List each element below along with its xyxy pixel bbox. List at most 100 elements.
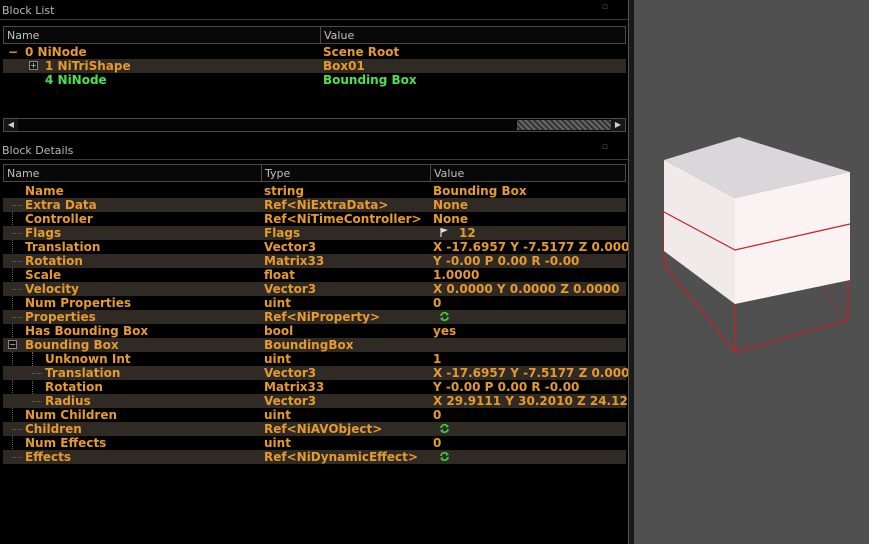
scroll-left-icon[interactable]: ◀: [4, 119, 18, 131]
field-name: Bounding Box: [25, 338, 119, 352]
table-row[interactable]: Radius Vector3 X 29.9111 Y 30.2010 Z 24.12…: [3, 394, 636, 408]
field-value[interactable]: Bounding Box: [433, 184, 527, 198]
tree-guide: [32, 373, 42, 374]
field-value[interactable]: 1.0000: [433, 268, 479, 282]
field-name: Scale: [25, 268, 62, 282]
column-header-value-text: Value: [324, 29, 355, 42]
field-type: Ref<NiProperty>: [264, 310, 381, 324]
field-name: Rotation: [45, 380, 103, 394]
table-row[interactable]: − Bounding Box BoundingBox: [3, 338, 626, 352]
field-value[interactable]: yes: [433, 324, 456, 338]
horizontal-scrollbar[interactable]: ◀ ▶: [3, 118, 626, 132]
table-row[interactable]: Unknown Int uint 1: [3, 352, 626, 366]
column-header-value[interactable]: Value: [430, 164, 626, 182]
field-value[interactable]: 0: [433, 296, 441, 310]
table-row[interactable]: Flags Flags 12: [3, 226, 626, 240]
list-item-name: 1 NiTriShape: [45, 59, 131, 73]
table-row[interactable]: Rotation Matrix33 Y -0.00 P 0.00 R -0.00: [3, 380, 626, 394]
column-header-type[interactable]: Type: [261, 164, 431, 182]
table-row[interactable]: Num Properties uint 0: [3, 296, 626, 310]
table-row[interactable]: Children Ref<NiAVObject>: [3, 422, 626, 436]
column-header-type-text: Type: [265, 167, 291, 180]
column-header-name[interactable]: Name: [3, 26, 321, 44]
field-value[interactable]: None: [433, 212, 468, 226]
field-value[interactable]: X -17.6957 Y -7.5177 Z 0.0000: [433, 240, 638, 254]
field-name: Rotation: [25, 254, 83, 268]
table-row[interactable]: Num Children uint 0: [3, 408, 626, 422]
field-value[interactable]: X 0.0000 Y 0.0000 Z 0.0000: [433, 282, 619, 296]
tree-guide: [12, 457, 22, 458]
field-name: Radius: [45, 394, 91, 408]
table-row[interactable]: Effects Ref<NiDynamicEffect>: [3, 450, 626, 464]
table-row[interactable]: Rotation Matrix33 Y -0.00 P 0.00 R -0.00: [3, 254, 626, 268]
list-item-value: Box01: [323, 59, 365, 73]
pane-close-icon[interactable]: ▫: [602, 142, 608, 152]
collapse-icon[interactable]: −: [8, 340, 17, 349]
field-type: Vector3: [264, 394, 317, 408]
tree-guide: [12, 429, 22, 430]
field-name: Translation: [25, 240, 101, 254]
flag-icon[interactable]: [439, 227, 450, 238]
scroll-right-icon[interactable]: ▶: [611, 119, 625, 131]
column-header-value[interactable]: Value: [320, 26, 626, 44]
field-name: Extra Data: [25, 198, 97, 212]
field-type: Ref<NiDynamicEffect>: [264, 450, 418, 464]
table-row[interactable]: Properties Ref<NiProperty>: [3, 310, 626, 324]
field-value[interactable]: 0: [433, 408, 441, 422]
field-name: Velocity: [25, 282, 79, 296]
field-name: Num Properties: [25, 296, 132, 310]
list-item[interactable]: + 1 NiTriShape Box01: [3, 59, 626, 73]
field-type: Matrix33: [264, 380, 325, 394]
field-value[interactable]: None: [433, 198, 468, 212]
table-row[interactable]: Controller Ref<NiTimeController> None: [3, 212, 626, 226]
field-type: BoundingBox: [264, 338, 354, 352]
table-row[interactable]: Translation Vector3 X -17.6957 Y -7.5177 Z…: [3, 366, 638, 380]
table-row[interactable]: Extra Data Ref<NiExtraData> None: [3, 198, 626, 212]
tree-guide: [12, 233, 22, 234]
block-list-title: Block List ▫: [0, 0, 628, 20]
field-type: uint: [264, 408, 291, 422]
scroll-thumb[interactable]: [517, 120, 611, 130]
field-type: Ref<NiAVObject>: [264, 422, 383, 436]
tree-guide: [12, 205, 22, 206]
field-name: Name: [25, 184, 64, 198]
field-name: Children: [25, 422, 82, 436]
list-item[interactable]: − 0 NiNode Scene Root: [3, 45, 626, 59]
field-value[interactable]: Y -0.00 P 0.00 R -0.00: [433, 380, 579, 394]
table-row[interactable]: Name string Bounding Box: [3, 184, 626, 198]
field-value[interactable]: 1: [433, 352, 441, 366]
refresh-arrows-icon[interactable]: [439, 311, 450, 322]
field-type: uint: [264, 436, 291, 450]
table-row[interactable]: Velocity Vector3 X 0.0000 Y 0.0000 Z 0.000…: [3, 282, 626, 296]
table-row[interactable]: Has Bounding Box bool yes: [3, 324, 626, 338]
field-type: Ref<NiTimeController>: [264, 212, 422, 226]
block-list-title-text: Block List: [2, 4, 55, 17]
bounding-box-render: [663, 137, 851, 353]
field-value[interactable]: X -17.6957 Y -7.5177 Z 0.0000: [433, 366, 638, 380]
collapse-icon[interactable]: −: [8, 45, 18, 59]
field-value[interactable]: Y -0.00 P 0.00 R -0.00: [433, 254, 579, 268]
table-row[interactable]: Num Effects uint 0: [3, 436, 626, 450]
field-type: uint: [264, 296, 291, 310]
field-type: float: [264, 268, 295, 282]
list-item-name: 0 NiNode: [25, 45, 87, 59]
expand-icon[interactable]: +: [29, 61, 38, 70]
pane-close-icon[interactable]: ▫: [602, 2, 608, 12]
column-header-name-text: Name: [7, 167, 40, 180]
field-type: Vector3: [264, 282, 317, 296]
table-row[interactable]: Translation Vector3 X -17.6957 Y -7.5177 Z…: [3, 240, 638, 254]
list-item-selected[interactable]: 4 NiNode Bounding Box: [3, 73, 626, 87]
column-header-name[interactable]: Name: [3, 164, 262, 182]
block-details-title-text: Block Details: [2, 144, 74, 157]
field-value[interactable]: 0: [433, 436, 441, 450]
field-name: Flags: [25, 226, 62, 240]
field-type: Flags: [264, 226, 301, 240]
refresh-arrows-icon[interactable]: [439, 423, 450, 434]
table-row[interactable]: Scale float 1.0000: [3, 268, 626, 282]
field-value[interactable]: X 29.9111 Y 30.2010 Z 24.126: [433, 394, 636, 408]
field-type: Matrix33: [264, 254, 325, 268]
refresh-arrows-icon[interactable]: [439, 451, 450, 462]
field-value[interactable]: 12: [459, 226, 476, 240]
render-viewport[interactable]: [634, 0, 869, 544]
tree-guide: [12, 289, 22, 290]
